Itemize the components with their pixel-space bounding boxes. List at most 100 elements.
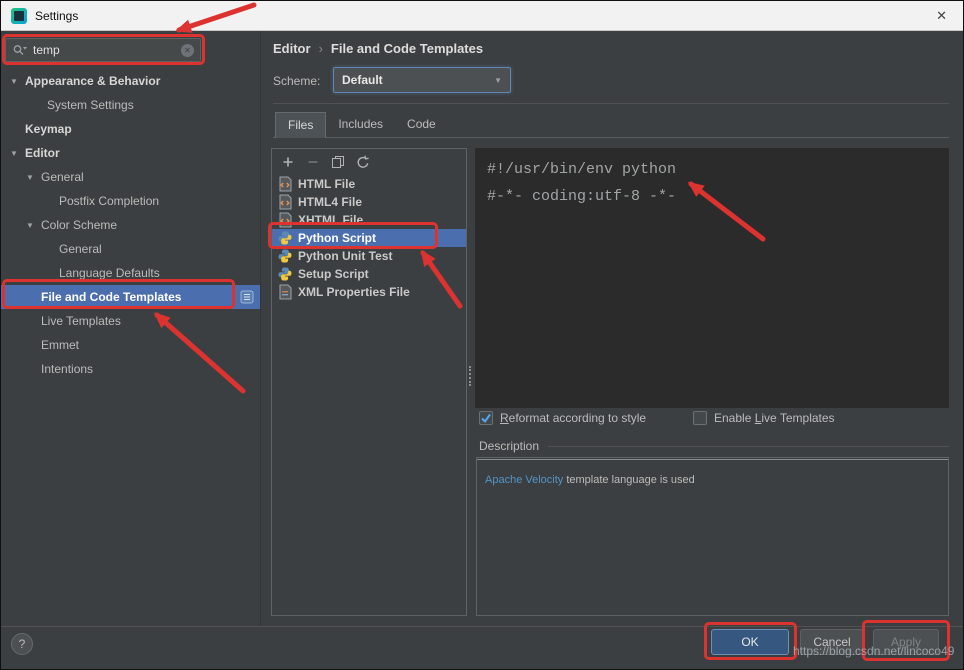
tab-label: Files: [288, 118, 314, 132]
template-item-label: Python Script: [298, 231, 377, 245]
settings-sidebar: temp ✕ ▼ Appearance & Behavior System Set…: [1, 31, 261, 627]
tab-code[interactable]: Code: [395, 112, 448, 138]
apply-button[interactable]: Apply: [873, 629, 939, 655]
sidebar-item-label: Editor: [25, 146, 60, 160]
template-item-xhtml-file[interactable]: XHTML File: [272, 211, 466, 229]
description-panel: Apache Velocity template language is use…: [476, 457, 949, 616]
sidebar-item-color-scheme-general[interactable]: General: [1, 237, 260, 261]
editor-line: #-*- coding:utf-8 -*-: [487, 188, 677, 205]
breadcrumb-current: File and Code Templates: [330, 41, 484, 56]
splitter-grip[interactable]: [469, 366, 471, 386]
sidebar-item-label: Postfix Completion: [59, 194, 160, 208]
scheme-label: Scheme:: [273, 74, 321, 88]
tab-includes[interactable]: Includes: [326, 112, 395, 138]
sidebar-item-editor[interactable]: ▼ Editor: [1, 141, 260, 165]
remove-template-button[interactable]: [306, 155, 320, 169]
sidebar-item-label: Live Templates: [41, 314, 121, 328]
settings-tree: ▼ Appearance & Behavior System Settings K…: [1, 69, 260, 381]
html-file-icon: [277, 212, 293, 228]
template-item-html4-file[interactable]: HTML4 File: [272, 193, 466, 211]
copy-template-button[interactable]: [331, 155, 345, 169]
reformat-checkbox[interactable]: Reformat according to style: [479, 411, 646, 425]
template-item-label: XML Properties File: [298, 285, 410, 299]
editor-line: #!/usr/bin/env python: [487, 161, 677, 178]
sidebar-item-label: File and Code Templates: [41, 290, 182, 304]
close-icon[interactable]: ✕: [930, 8, 953, 24]
template-editor[interactable]: #!/usr/bin/env python #-*- coding:utf-8 …: [475, 148, 949, 408]
sidebar-item-postfix-completion[interactable]: Postfix Completion: [1, 189, 260, 213]
sidebar-item-language-defaults[interactable]: Language Defaults: [1, 261, 260, 285]
enable-live-templates-checkbox[interactable]: Enable Live Templates: [693, 411, 835, 425]
python-file-icon: [277, 230, 293, 246]
sidebar-item-general[interactable]: ▼ General: [1, 165, 260, 189]
chevron-down-icon[interactable]: ▼: [9, 149, 19, 158]
chevron-down-icon[interactable]: ▼: [9, 77, 19, 86]
sidebar-item-file-and-code-templates[interactable]: File and Code Templates: [1, 285, 260, 309]
sidebar-item-appearance-behavior[interactable]: ▼ Appearance & Behavior: [1, 69, 260, 93]
ok-button[interactable]: OK: [711, 629, 789, 655]
settings-dialog: Settings ✕ temp ✕ ▼ Appearance & Behavior…: [0, 0, 964, 670]
tab-label: Code: [407, 117, 436, 131]
settings-window-icon: [11, 7, 27, 24]
description-text: template language is used: [563, 474, 695, 486]
revert-template-button[interactable]: [356, 155, 370, 169]
reformat-checkbox-label: Reformat according to style: [500, 411, 647, 425]
template-item-label: Setup Script: [298, 267, 369, 281]
template-tabs: Files Includes Code: [275, 112, 448, 138]
template-item-python-script[interactable]: Python Script: [272, 229, 466, 247]
python-file-icon: [277, 248, 293, 264]
breadcrumb-parent[interactable]: Editor: [273, 41, 311, 56]
list-toolbar: [272, 149, 466, 175]
footer-divider: [1, 626, 963, 627]
sidebar-item-color-scheme[interactable]: ▼ Color Scheme: [1, 213, 260, 237]
help-button[interactable]: ?: [11, 633, 33, 655]
add-template-button[interactable]: [281, 155, 295, 169]
description-title: Description: [479, 439, 540, 453]
sidebar-item-label: General: [41, 170, 84, 184]
sidebar-item-intentions[interactable]: Intentions: [1, 357, 260, 381]
sidebar-item-label: Appearance & Behavior: [25, 74, 161, 88]
search-icon: [13, 45, 27, 55]
template-item-python-unit-test[interactable]: Python Unit Test: [272, 247, 466, 265]
checkbox-checked-icon: [479, 411, 493, 425]
scheme-value: Default: [342, 73, 383, 87]
sidebar-item-label: Intentions: [41, 362, 94, 376]
sidebar-item-emmet[interactable]: Emmet: [1, 333, 260, 357]
template-item-html-file[interactable]: HTML File: [272, 175, 466, 193]
title-bar: Settings ✕: [1, 1, 963, 31]
tab-files[interactable]: Files: [275, 112, 327, 138]
html-file-icon: [277, 176, 293, 192]
breadcrumb: Editor › File and Code Templates: [273, 41, 483, 56]
python-file-icon: [277, 266, 293, 282]
search-value: temp: [33, 43, 60, 57]
chevron-down-icon: ▼: [494, 75, 502, 85]
breadcrumb-separator-icon: ›: [318, 41, 323, 56]
chevron-down-icon[interactable]: ▼: [25, 221, 35, 230]
sidebar-item-label: System Settings: [47, 98, 134, 112]
template-item-label: HTML File: [298, 177, 356, 191]
sidebar-item-label: Color Scheme: [41, 218, 118, 232]
template-list-panel: HTML File HTML4 File XHTML File Python S…: [271, 148, 467, 616]
clear-search-icon[interactable]: ✕: [181, 43, 194, 57]
sidebar-item-label: General: [59, 242, 102, 256]
sidebar-item-live-templates[interactable]: Live Templates: [1, 309, 260, 333]
chevron-down-icon[interactable]: ▼: [25, 173, 35, 182]
html-file-icon: [277, 194, 293, 210]
template-item-setup-script[interactable]: Setup Script: [272, 265, 466, 283]
sidebar-item-system-settings[interactable]: System Settings: [1, 93, 260, 117]
scheme-select[interactable]: Default ▼: [333, 67, 511, 93]
sidebar-item-keymap[interactable]: Keymap: [1, 117, 260, 141]
cancel-button[interactable]: Cancel: [800, 629, 864, 655]
enable-live-templates-label: Enable Live Templates: [714, 411, 835, 425]
window-title: Settings: [35, 8, 79, 23]
tab-label: Includes: [338, 117, 384, 131]
template-item-label: HTML4 File: [298, 195, 363, 209]
template-item-xml-properties-file[interactable]: XML Properties File: [272, 283, 466, 301]
xml-properties-file-icon: [277, 284, 293, 300]
template-item-label: XHTML File: [298, 213, 364, 227]
sidebar-item-label: Language Defaults: [59, 266, 160, 280]
sidebar-item-label: Keymap: [25, 122, 72, 136]
template-item-label: Python Unit Test: [298, 249, 393, 263]
description-divider: [548, 446, 949, 447]
search-input[interactable]: temp ✕: [5, 38, 201, 62]
